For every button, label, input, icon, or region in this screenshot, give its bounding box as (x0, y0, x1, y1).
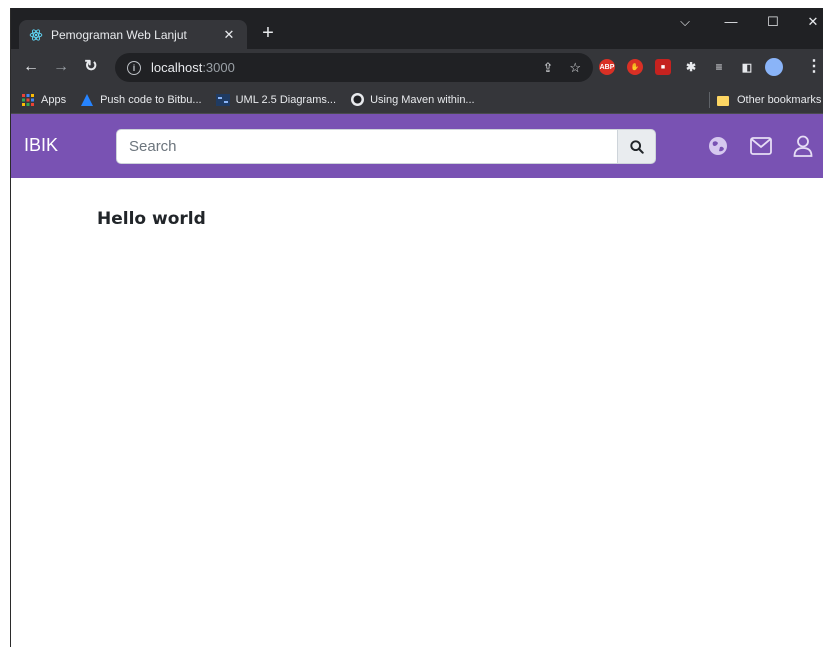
kebab-menu-icon[interactable]: ⋮ (804, 58, 823, 76)
adblock-plus-icon[interactable]: ABP (599, 59, 615, 75)
tab-close-icon[interactable]: ✕ (221, 27, 237, 43)
bookmark-star-icon[interactable]: ☆ (569, 60, 581, 76)
bitbucket-icon (80, 93, 94, 107)
puzzle-icon[interactable]: ✱ (683, 59, 699, 75)
react-icon (29, 28, 43, 42)
bookmark-maven[interactable]: Using Maven within... (350, 93, 475, 107)
minimize-button[interactable]: — (719, 14, 743, 29)
side-panel-icon[interactable]: ◧ (739, 59, 755, 75)
new-tab-button[interactable]: + (257, 22, 279, 44)
address-bar[interactable]: i localhost :3000 ⇪ ☆ (115, 53, 593, 82)
search-input[interactable] (116, 129, 617, 164)
bookmark-bitbucket[interactable]: Push code to Bitbu... (80, 93, 202, 107)
profile-avatar-icon[interactable] (765, 58, 783, 76)
browser-toolbar: ← → ↻ i localhost :3000 ⇪ ☆ ABP ✋ ■ ✱ ≡ … (11, 49, 823, 86)
address-port: :3000 (202, 60, 235, 75)
page-viewport: IBIK Search Hello world (11, 114, 823, 647)
forward-arrow-icon[interactable]: → (51, 58, 71, 76)
maximize-button[interactable]: ☐ (761, 14, 785, 30)
main-content: Hello world (97, 209, 206, 229)
apps-grid-icon (21, 93, 35, 107)
mail-icon[interactable] (749, 134, 773, 158)
brand-logo[interactable]: IBIK (24, 135, 58, 156)
search-button[interactable] (617, 129, 656, 164)
reading-list-icon[interactable]: ≡ (711, 59, 727, 75)
tab-search-icon[interactable]: ⌵ (673, 14, 697, 30)
bookmarks-bar: Apps Push code to Bitbu... UML 2.5 Diagr… (11, 86, 823, 114)
share-icon[interactable]: ⇪ (542, 60, 553, 76)
globe-icon[interactable] (706, 134, 730, 158)
stop-hand-icon[interactable]: ✋ (627, 59, 643, 75)
search-form (116, 129, 656, 164)
back-arrow-icon[interactable]: ← (21, 58, 41, 76)
bookmark-label: UML 2.5 Diagrams... (235, 93, 337, 106)
search-icon (629, 139, 644, 154)
site-info-icon[interactable]: i (127, 60, 141, 75)
other-bookmarks[interactable]: Other bookmarks (717, 93, 821, 107)
tab-strip: Pemograman Web Lanjut ✕ + ⌵ — ☐ ✕ (11, 8, 823, 49)
bookmarks-divider (709, 92, 710, 108)
bookmark-label: Apps (41, 93, 67, 106)
tab-title: Pemograman Web Lanjut (51, 27, 187, 42)
greeting-text: Hello world (97, 209, 206, 229)
app-navbar: IBIK (11, 114, 823, 178)
close-window-button[interactable]: ✕ (801, 14, 823, 30)
user-icon[interactable] (791, 134, 815, 158)
browser-window: Pemograman Web Lanjut ✕ + ⌵ — ☐ ✕ ← → ↻ … (10, 8, 823, 647)
bookmark-label: Using Maven within... (370, 93, 475, 106)
browser-tab[interactable]: Pemograman Web Lanjut ✕ (19, 20, 247, 49)
uml-icon (215, 93, 230, 107)
other-bookmarks-label: Other bookmarks (737, 94, 822, 106)
bookmark-label: Push code to Bitbu... (100, 93, 202, 106)
extension-red-icon[interactable]: ■ (655, 59, 671, 75)
address-host: localhost (151, 60, 203, 75)
bookmark-apps[interactable]: Apps (21, 93, 66, 107)
bookmark-uml[interactable]: UML 2.5 Diagrams... (215, 93, 337, 107)
folder-icon (717, 93, 731, 107)
maven-icon (350, 93, 364, 107)
reload-icon[interactable]: ↻ (81, 58, 101, 76)
